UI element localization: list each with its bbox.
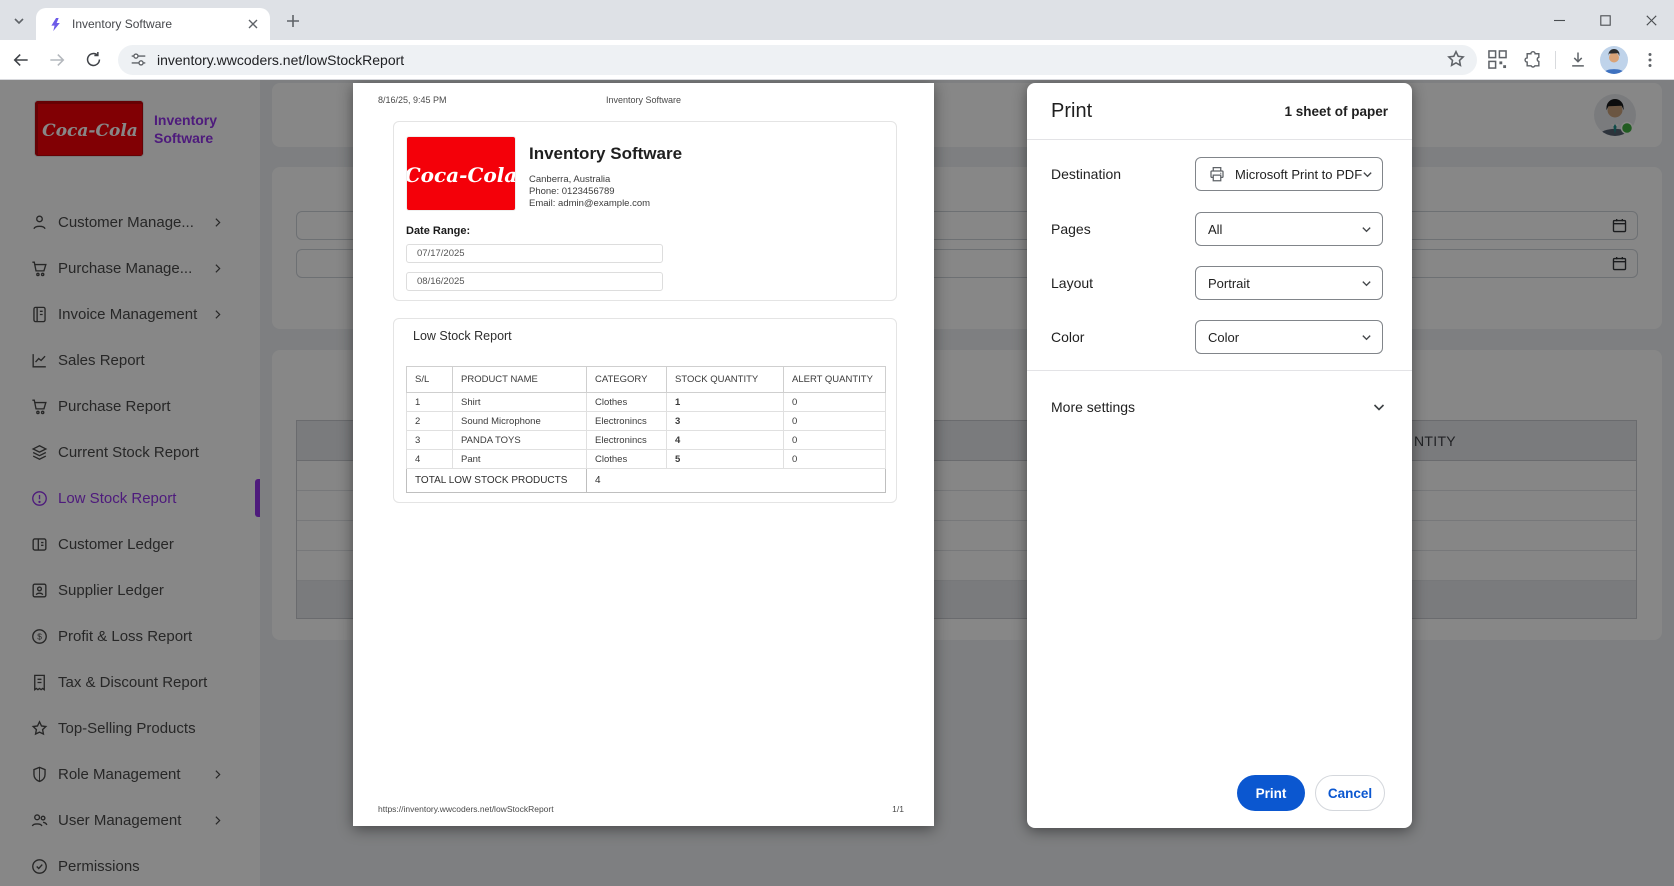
destination-label: Destination: [1051, 166, 1121, 182]
dialog-divider: [1027, 370, 1412, 371]
tab-close-icon[interactable]: [244, 15, 262, 33]
table-row: 2 Sound Microphone Electronincs 3 0: [407, 412, 886, 431]
browser-tab-strip: Inventory Software: [0, 0, 1674, 40]
window-close-button[interactable]: [1628, 0, 1674, 40]
dialog-title: Print: [1051, 100, 1092, 123]
toolbar-icons: [1483, 46, 1674, 74]
qr-scan-icon[interactable]: [1483, 46, 1511, 74]
toolbar-divider: [1555, 51, 1556, 69]
color-row: Color Color: [1051, 320, 1383, 354]
low-stock-table: S/L PRODUCT NAME CATEGORY STOCK QUANTITY…: [406, 366, 886, 493]
company-logo: Coca-Cola: [406, 136, 516, 211]
sheet-count: 1 sheet of paper: [1284, 104, 1388, 119]
browser-tab[interactable]: Inventory Software: [36, 8, 270, 40]
chevron-down-icon: [13, 15, 25, 27]
dropdown-caret-icon: [1361, 278, 1372, 289]
forward-button[interactable]: [42, 45, 72, 75]
refresh-icon: [84, 50, 103, 69]
window-minimize-button[interactable]: [1536, 0, 1582, 40]
company-info-card: Coca-Cola Inventory Software Canberra, A…: [393, 121, 897, 301]
printed-page-footer: https://inventory.wwcoders.net/lowStockR…: [378, 804, 904, 814]
table-total-row: TOTAL LOW STOCK PRODUCTS 4: [407, 469, 886, 493]
plus-icon: [286, 14, 300, 28]
cancel-button[interactable]: Cancel: [1315, 775, 1385, 811]
layout-label: Layout: [1051, 275, 1093, 291]
date-range-label: Date Range:: [406, 225, 470, 237]
back-arrow-icon: [11, 50, 31, 70]
company-email: Email: admin@example.com: [529, 198, 650, 209]
color-label: Color: [1051, 329, 1084, 345]
destination-value: Microsoft Print to PDF: [1235, 167, 1362, 182]
table-row: 4 Pant Clothes 5 0: [407, 450, 886, 469]
tab-title: Inventory Software: [72, 17, 244, 31]
close-icon: [1646, 15, 1657, 26]
back-button[interactable]: [6, 45, 36, 75]
pages-row: Pages All: [1051, 212, 1383, 246]
printer-icon: [1208, 165, 1226, 183]
more-settings-label: More settings: [1051, 399, 1135, 415]
bookmark-star-icon[interactable]: [1445, 48, 1467, 70]
site-info-icon[interactable]: [130, 51, 147, 68]
print-button[interactable]: Print: [1237, 775, 1305, 811]
more-settings-toggle[interactable]: More settings: [1051, 383, 1386, 431]
window-maximize-button[interactable]: [1582, 0, 1628, 40]
pages-value: All: [1208, 222, 1222, 237]
profile-avatar[interactable]: [1600, 46, 1628, 74]
printed-page-header: 8/16/25, 9:45 PM Inventory Software: [378, 95, 909, 107]
logo-text: Coca-Cola: [407, 163, 515, 187]
date-from-field: 07/17/2025: [406, 244, 663, 263]
extensions-puzzle-icon[interactable]: [1519, 46, 1547, 74]
destination-dropdown[interactable]: Microsoft Print to PDF: [1195, 157, 1383, 191]
maximize-icon: [1600, 15, 1611, 26]
destination-row: Destination Microsoft Print to PDF: [1051, 157, 1383, 191]
company-phone: Phone: 0123456789: [529, 186, 615, 197]
printed-url: https://inventory.wwcoders.net/lowStockR…: [378, 804, 554, 814]
color-value: Color: [1208, 330, 1239, 345]
total-value: 4: [587, 469, 886, 493]
low-stock-report-card: Low Stock Report S/L PRODUCT NAME CATEGO…: [393, 318, 897, 503]
report-title: Low Stock Report: [413, 329, 512, 343]
chevron-down-icon: [1372, 400, 1386, 414]
layout-dropdown[interactable]: Portrait: [1195, 266, 1383, 300]
dropdown-caret-icon: [1362, 169, 1373, 180]
url-text: inventory.wwcoders.net/lowStockReport: [157, 52, 404, 68]
layout-row: Layout Portrait: [1051, 266, 1383, 300]
browser-menu-icon[interactable]: [1636, 46, 1664, 74]
pages-dropdown[interactable]: All: [1195, 212, 1383, 246]
color-dropdown[interactable]: Color: [1195, 320, 1383, 354]
dialog-buttons: Print Cancel: [1237, 775, 1385, 811]
printed-page-number: 1/1: [892, 804, 904, 814]
total-label: TOTAL LOW STOCK PRODUCTS: [407, 469, 587, 493]
tab-favicon-bolt-icon: [48, 17, 63, 32]
print-dialog-header: Print 1 sheet of paper: [1027, 83, 1412, 140]
refresh-button[interactable]: [78, 45, 108, 75]
printed-title: Inventory Software: [378, 95, 909, 105]
table-row: 1 Shirt Clothes 1 0: [407, 393, 886, 412]
dropdown-caret-icon: [1361, 332, 1372, 343]
tab-search-button[interactable]: [8, 10, 30, 32]
minimize-icon: [1554, 15, 1565, 26]
dropdown-caret-icon: [1361, 224, 1372, 235]
company-address: Canberra, Australia: [529, 174, 610, 185]
layout-value: Portrait: [1208, 276, 1250, 291]
downloads-icon[interactable]: [1564, 46, 1592, 74]
new-tab-button[interactable]: [282, 10, 304, 32]
table-row: 3 PANDA TOYS Electronincs 4 0: [407, 431, 886, 450]
print-preview-sheet: 8/16/25, 9:45 PM Inventory Software Coca…: [353, 83, 934, 826]
company-name: Inventory Software: [529, 144, 682, 164]
pages-label: Pages: [1051, 221, 1091, 237]
table-header-row: S/L PRODUCT NAME CATEGORY STOCK QUANTITY…: [407, 367, 886, 393]
print-dialog: Print 1 sheet of paper Destination Micro…: [1027, 83, 1412, 828]
forward-arrow-icon: [47, 50, 67, 70]
window-controls: [1536, 0, 1674, 40]
address-bar[interactable]: inventory.wwcoders.net/lowStockReport: [118, 45, 1477, 75]
date-to-field: 08/16/2025: [406, 272, 663, 291]
browser-toolbar: inventory.wwcoders.net/lowStockReport: [0, 40, 1674, 80]
